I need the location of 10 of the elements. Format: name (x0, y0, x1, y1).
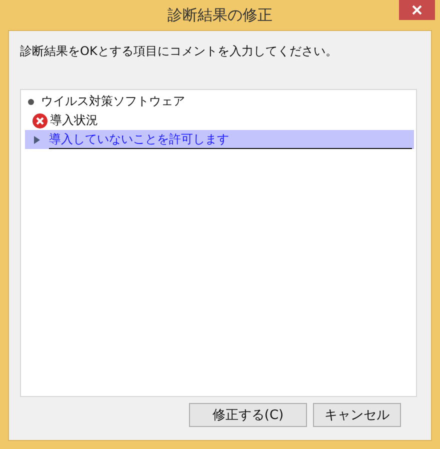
check-item-label[interactable]: 導入状況 (50, 112, 98, 129)
dialog-button[interactable]: キャンセル (313, 403, 401, 427)
expand-arrow-icon (33, 136, 41, 144)
window-title: 診断結果の修正 (168, 6, 272, 24)
bullet-icon (28, 98, 34, 104)
instruction-text: 診断結果をOKとする項目にコメントを入力してください。 (20, 43, 338, 60)
dialog-button[interactable]: 修正する(C) (189, 403, 307, 427)
close-button[interactable] (399, 0, 435, 20)
close-icon (412, 5, 422, 15)
category-label[interactable]: ウイルス対策ソフトウェア (41, 93, 185, 110)
